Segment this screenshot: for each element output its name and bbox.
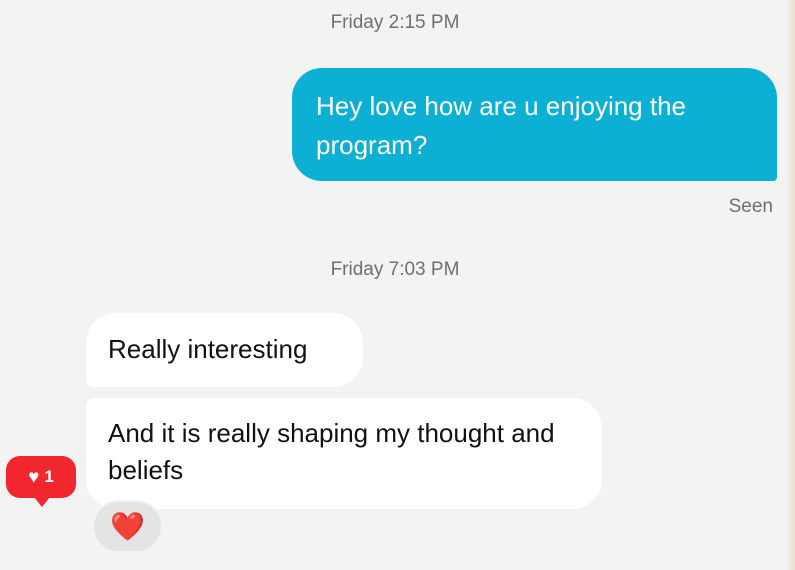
heart-icon: ♥ <box>28 466 40 488</box>
incoming-message-text: And it is really shaping my thought and … <box>108 418 555 485</box>
like-notification-badge[interactable]: ♥ 1 <box>6 456 76 507</box>
incoming-message-bubble[interactable]: Really interesting <box>86 313 363 387</box>
conversation-thread: Friday 2:15 PM Hey love how are u enjoyi… <box>0 0 795 570</box>
timestamp: Friday 2:15 PM <box>330 12 460 33</box>
incoming-message-bubble[interactable]: And it is really shaping my thought and … <box>86 398 602 509</box>
red-heart-icon: ❤️ <box>110 511 145 542</box>
like-count: 1 <box>44 467 54 486</box>
outgoing-message-text: Hey love how are u enjoying the program? <box>316 91 687 160</box>
seen-status: Seen <box>728 196 773 217</box>
outgoing-message-bubble[interactable]: Hey love how are u enjoying the program? <box>292 68 777 181</box>
incoming-message-text: Really interesting <box>108 334 308 364</box>
timestamp: Friday 7:03 PM <box>330 259 460 280</box>
edge-shadow <box>787 0 795 570</box>
message-reaction[interactable]: ❤️ <box>92 500 163 553</box>
